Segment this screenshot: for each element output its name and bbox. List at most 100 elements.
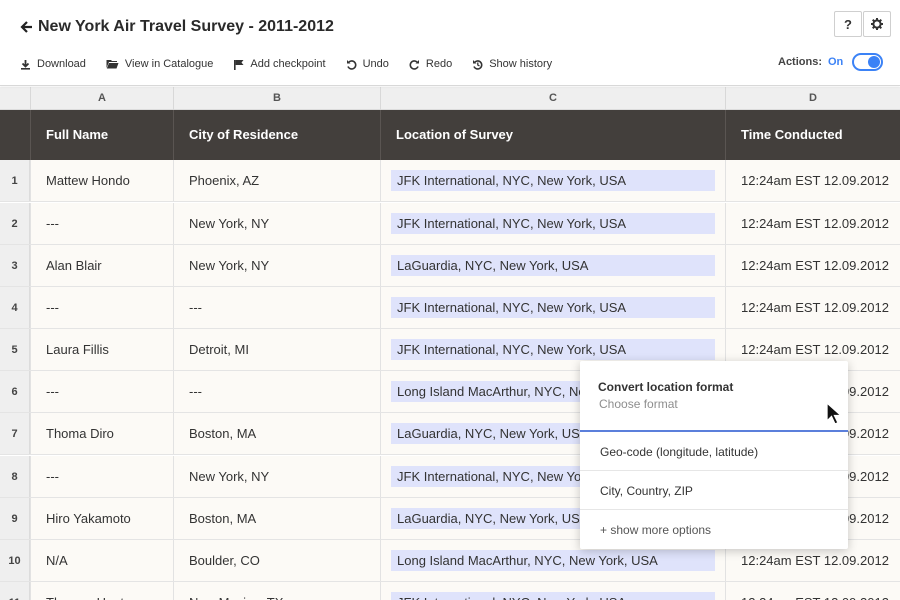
cell-location[interactable]: JFK International, NYC, New York, USA <box>380 203 725 244</box>
row-number[interactable]: 9 <box>0 498 30 539</box>
view-in-catalogue-button[interactable]: View in Catalogue <box>106 58 213 70</box>
column-letter-c[interactable]: C <box>380 87 725 110</box>
location-chip: JFK International, NYC, New York, USA <box>391 170 715 191</box>
format-input[interactable]: Choose format <box>599 397 678 411</box>
cell-time[interactable]: 12:24am EST 12.09.2012 <box>725 287 900 328</box>
gear-icon <box>871 18 883 30</box>
cell-city[interactable]: Boston, MA <box>173 413 380 454</box>
download-label: Download <box>37 58 86 70</box>
cell-location[interactable]: JFK International, NYC, New York, USA <box>380 287 725 328</box>
actions-label: Actions: <box>778 56 822 68</box>
row-number[interactable]: 2 <box>0 203 30 244</box>
cell-full-name[interactable]: Laura Fillis <box>30 329 173 370</box>
mouse-cursor-icon <box>826 402 843 425</box>
download-icon <box>21 59 30 70</box>
view-in-catalogue-label: View in Catalogue <box>124 58 214 70</box>
cell-location[interactable]: LaGuardia, NYC, New York, USA <box>380 245 725 286</box>
table-row: 11 Thomas Hunt New Mexico, TX JFK Intern… <box>0 582 900 600</box>
folder-icon <box>106 60 119 69</box>
redo-icon <box>409 59 419 70</box>
cell-time[interactable]: 12:24am EST 12.09.2012 <box>725 203 900 244</box>
table-row: 1 Mattew Hondo Phoenix, AZ JFK Internati… <box>0 160 900 202</box>
row-number[interactable]: 6 <box>0 371 30 412</box>
cell-city[interactable]: Boulder, CO <box>173 540 380 581</box>
undo-button[interactable]: Undo <box>346 58 389 70</box>
actions-toggle[interactable] <box>852 53 883 71</box>
row-number[interactable]: 7 <box>0 413 30 454</box>
cell-location[interactable]: JFK International, NYC, New York, USA <box>380 582 725 600</box>
show-history-button[interactable]: Show history <box>472 58 552 70</box>
cell-city[interactable]: Detroit, MI <box>173 329 380 370</box>
column-letter-a[interactable]: A <box>30 87 173 110</box>
toggle-knob <box>868 56 880 68</box>
location-chip: JFK International, NYC, New York, USA <box>391 592 715 600</box>
row-number[interactable]: 3 <box>0 245 30 286</box>
cell-full-name[interactable]: Mattew Hondo <box>30 160 173 201</box>
cell-city[interactable]: --- <box>173 371 380 412</box>
help-icon: ? <box>844 16 852 32</box>
row-number[interactable]: 4 <box>0 287 30 328</box>
convert-format-popup: Convert location format Choose format Ge… <box>580 361 848 549</box>
cell-time[interactable]: 12:24am EST 12.09.2012 <box>725 160 900 201</box>
column-header-row: Full Name City of Residence Location of … <box>0 110 900 160</box>
popup-title: Convert location format <box>598 380 734 394</box>
undo-icon <box>346 59 357 70</box>
cell-city[interactable]: New York, NY <box>173 456 380 497</box>
option-city-country-zip[interactable]: City, Country, ZIP <box>580 472 848 510</box>
row-number[interactable]: 8 <box>0 456 30 497</box>
redo-label: Redo <box>425 58 453 70</box>
table-row: 3 Alan Blair New York, NY LaGuardia, NYC… <box>0 245 900 287</box>
app-header: New York Air Travel Survey - 2011-2012 ?… <box>0 0 900 86</box>
location-chip: JFK International, NYC, New York, USA <box>391 297 715 318</box>
cell-time[interactable]: 12:24am EST 12.09.2012 <box>725 582 900 600</box>
cell-city[interactable]: Phoenix, AZ <box>173 160 380 201</box>
column-header-city[interactable]: City of Residence <box>173 110 380 160</box>
add-checkpoint-label: Add checkpoint <box>250 58 326 70</box>
help-button[interactable]: ? <box>834 11 862 37</box>
cell-full-name[interactable]: Thoma Diro <box>30 413 173 454</box>
cell-full-name[interactable]: N/A <box>30 540 173 581</box>
cell-full-name[interactable]: --- <box>30 287 173 328</box>
cell-full-name[interactable]: --- <box>30 203 173 244</box>
cell-city[interactable]: New York, NY <box>173 203 380 244</box>
option-geo-code[interactable]: Geo-code (longitude, latitude) <box>580 433 848 471</box>
row-number[interactable]: 11 <box>0 582 30 600</box>
table-row: 2 --- New York, NY JFK International, NY… <box>0 203 900 245</box>
download-button[interactable]: Download <box>20 58 86 70</box>
location-chip: LaGuardia, NYC, New York, USA <box>391 255 715 276</box>
settings-button[interactable] <box>863 11 891 37</box>
cell-full-name[interactable]: --- <box>30 371 173 412</box>
location-chip: JFK International, NYC, New York, USA <box>391 339 715 360</box>
redo-button[interactable]: Redo <box>409 58 452 70</box>
column-letter-b[interactable]: B <box>173 87 380 110</box>
cell-city[interactable]: Boston, MA <box>173 498 380 539</box>
cell-full-name[interactable]: Hiro Yakamoto <box>30 498 173 539</box>
cell-location[interactable]: JFK International, NYC, New York, USA <box>380 160 725 201</box>
column-letter-d[interactable]: D <box>725 87 900 110</box>
cell-time[interactable]: 12:24am EST 12.09.2012 <box>725 245 900 286</box>
cell-full-name[interactable]: Alan Blair <box>30 245 173 286</box>
show-more-options-link[interactable]: + show more options <box>600 523 711 537</box>
back-arrow-icon[interactable] <box>20 17 34 37</box>
undo-label: Undo <box>362 58 389 70</box>
row-number[interactable]: 5 <box>0 329 30 370</box>
location-chip: JFK International, NYC, New York, USA <box>391 213 715 234</box>
row-number[interactable]: 10 <box>0 540 30 581</box>
toolbar: Download View in Catalogue Add checkpoin… <box>20 56 572 72</box>
table-row: 4 --- --- JFK International, NYC, New Yo… <box>0 287 900 329</box>
cell-city[interactable]: --- <box>173 287 380 328</box>
page-title: New York Air Travel Survey - 2011-2012 <box>38 18 334 35</box>
row-number[interactable]: 1 <box>0 160 30 201</box>
column-letter-bar: A B C D <box>0 87 900 110</box>
input-underline <box>580 430 848 432</box>
actions-state: On <box>828 56 844 68</box>
show-history-label: Show history <box>489 58 553 70</box>
column-header-time[interactable]: Time Conducted <box>725 110 900 160</box>
column-header-full-name[interactable]: Full Name <box>30 110 173 160</box>
cell-full-name[interactable]: --- <box>30 456 173 497</box>
add-checkpoint-button[interactable]: Add checkpoint <box>233 58 326 70</box>
column-header-location[interactable]: Location of Survey <box>380 110 725 160</box>
cell-city[interactable]: New Mexico, TX <box>173 582 380 600</box>
cell-city[interactable]: New York, NY <box>173 245 380 286</box>
cell-full-name[interactable]: Thomas Hunt <box>30 582 173 600</box>
